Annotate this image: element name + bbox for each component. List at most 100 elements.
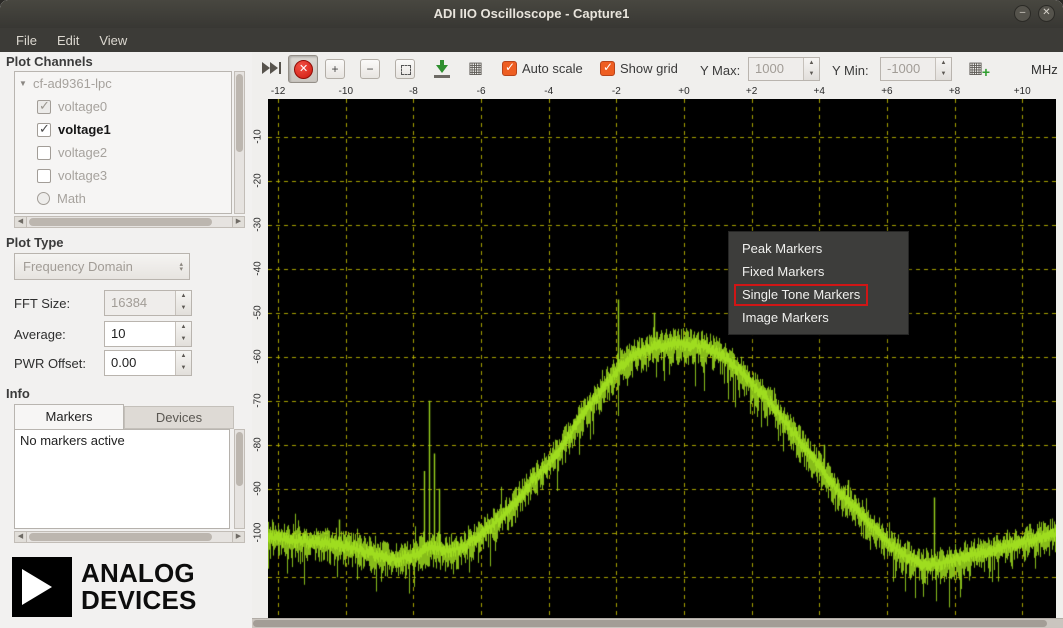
tree-row-voltage3[interactable]: voltage3 (15, 164, 231, 187)
x-axis-tick-label: +10 (1014, 86, 1031, 97)
show-grid-label: Show grid (620, 61, 678, 76)
voltage3-label: voltage3 (58, 168, 107, 183)
stepper-arrows-icon[interactable]: ▲▼ (175, 351, 191, 375)
context-menu-item-peak-markers[interactable]: Peak Markers (729, 237, 908, 260)
minimize-button[interactable]: ‒ (1014, 5, 1031, 22)
close-button[interactable]: ✕ (1038, 5, 1055, 22)
zoom-in-icon[interactable]: + (325, 59, 345, 79)
y-axis-tick-label: -100 (253, 512, 264, 552)
voltage0-label: voltage0 (58, 99, 107, 114)
x-axis-tick-label: -4 (544, 86, 553, 97)
logo-line2: DEVICES (81, 587, 197, 614)
y-axis-tick-label: -80 (253, 424, 264, 464)
menu-edit[interactable]: Edit (47, 31, 89, 50)
ymin-label: Y Min: (832, 63, 869, 78)
grid-icon[interactable] (468, 58, 483, 78)
x-axis-tick-label: +4 (814, 86, 825, 97)
voltage2-checkbox[interactable] (37, 146, 51, 160)
tree-row-math[interactable]: Math (15, 187, 231, 210)
stepper-arrows-icon[interactable]: ▲▼ (803, 58, 819, 80)
markers-info-box[interactable]: No markers active (14, 429, 230, 529)
scroll-left-icon[interactable] (14, 216, 27, 228)
save-image-icon[interactable] (433, 60, 451, 78)
ymax-value: 1000 (749, 58, 803, 80)
auto-scale-checkbox[interactable]: Auto scale (502, 61, 583, 76)
pwr-offset-spinbox[interactable]: 0.00 ▲▼ (104, 350, 192, 376)
ymin-spinbox[interactable]: -1000 ▲▼ (880, 57, 952, 81)
menu-file[interactable]: File (6, 31, 47, 50)
capture-play-icon[interactable] (262, 62, 281, 74)
context-menu-item-label: Image Markers (742, 310, 829, 325)
context-menu-item-image-markers[interactable]: Image Markers (729, 306, 908, 329)
logo-line1: ANALOG (81, 560, 197, 587)
ymax-spinbox[interactable]: 1000 ▲▼ (748, 57, 820, 81)
plot-panel: + − Auto scale Show grid Y Max: 1000 ▲▼ … (252, 52, 1063, 628)
stepper-arrows-icon[interactable]: ▲▼ (175, 291, 191, 315)
show-grid-checkbox[interactable]: Show grid (600, 61, 678, 76)
x-axis-tick-label: +2 (746, 86, 757, 97)
x-axis-tick-label: -10 (339, 86, 353, 97)
markers-vertical-scrollbar[interactable] (234, 429, 245, 529)
zoom-fit-icon[interactable] (395, 59, 415, 79)
unit-label: MHz (1031, 62, 1058, 77)
markers-horizontal-scrollbar[interactable] (14, 531, 245, 543)
context-menu-item-single-tone-markers[interactable]: Single Tone Markers (729, 283, 908, 306)
markers-context-menu: Peak Markers Fixed MarkersSingle Tone Mar… (728, 231, 909, 335)
context-menu-item-fixed-markers[interactable]: Fixed Markers (729, 260, 908, 283)
fft-size-value: 16384 (105, 291, 175, 315)
x-axis-tick-label: -2 (612, 86, 621, 97)
auto-scale-label: Auto scale (522, 61, 583, 76)
tree-row-voltage0[interactable]: voltage0 (15, 95, 231, 118)
tree-vertical-scrollbar[interactable] (234, 71, 245, 214)
y-axis-tick-label: -90 (253, 468, 264, 508)
voltage0-checkbox[interactable] (37, 100, 51, 114)
math-label: Math (57, 191, 86, 206)
checkbox-checked-icon (600, 61, 615, 76)
plot-type-combobox[interactable]: Frequency Domain ▴▾ (14, 253, 190, 280)
y-axis-tick-label: -50 (253, 292, 264, 332)
pwr-offset-label: PWR Offset: (14, 356, 86, 371)
context-menu-item-label: Peak Markers (742, 241, 822, 256)
checkbox-checked-icon (502, 61, 517, 76)
title-bar[interactable]: ADI IIO Oscilloscope - Capture1 ‒ ✕ (0, 0, 1063, 28)
adi-triangle-icon (12, 557, 72, 617)
menu-view[interactable]: View (89, 31, 137, 50)
stop-capture-button[interactable] (288, 55, 318, 83)
expander-icon[interactable] (19, 79, 31, 88)
context-menu-item-label: Single Tone Markers (734, 284, 868, 306)
y-axis-tick-label: -20 (253, 160, 264, 200)
average-label: Average: (14, 327, 66, 342)
scroll-right-icon[interactable] (232, 531, 245, 543)
plot-toolbar: + − Auto scale Show grid Y Max: 1000 ▲▼ … (252, 52, 1063, 86)
ymin-value: -1000 (881, 58, 935, 80)
tree-row-voltage1[interactable]: voltage1 (15, 118, 231, 141)
fft-size-spinbox[interactable]: 16384 ▲▼ (104, 290, 192, 316)
tab-devices[interactable]: Devices (124, 406, 234, 429)
stepper-arrows-icon[interactable]: ▲▼ (935, 58, 951, 80)
math-radio[interactable] (37, 192, 50, 205)
sidebar: Plot Channels cf-ad9361-lpc voltage0 vol… (0, 52, 252, 628)
y-axis-tick-label: -40 (253, 248, 264, 288)
plot-horizontal-scrollbar[interactable] (252, 618, 1063, 628)
fft-plot-canvas[interactable] (268, 99, 1056, 618)
stop-icon (294, 60, 313, 79)
tree-device-row[interactable]: cf-ad9361-lpc (15, 72, 231, 95)
x-axis-tick-label: -8 (409, 86, 418, 97)
x-axis-tick-label: +0 (678, 86, 689, 97)
y-axis-tick-label: -60 (253, 336, 264, 376)
average-spinbox[interactable]: 10 ▲▼ (104, 321, 192, 347)
tree-row-voltage2[interactable]: voltage2 (15, 141, 231, 164)
tree-horizontal-scrollbar[interactable] (14, 216, 245, 228)
scroll-right-icon[interactable] (232, 216, 245, 228)
window-title: ADI IIO Oscilloscope - Capture1 (434, 6, 630, 21)
scroll-left-icon[interactable] (14, 531, 27, 543)
voltage3-checkbox[interactable] (37, 169, 51, 183)
stepper-arrows-icon[interactable]: ▲▼ (175, 322, 191, 346)
tab-markers[interactable]: Markers (14, 404, 124, 429)
new-plot-icon[interactable]: ▦+ (968, 58, 990, 78)
zoom-out-icon[interactable]: − (360, 59, 380, 79)
voltage1-checkbox[interactable] (37, 123, 51, 137)
average-value: 10 (105, 322, 175, 346)
y-axis-tick-label: -10 (253, 116, 264, 156)
markers-info-text: No markers active (20, 433, 125, 448)
